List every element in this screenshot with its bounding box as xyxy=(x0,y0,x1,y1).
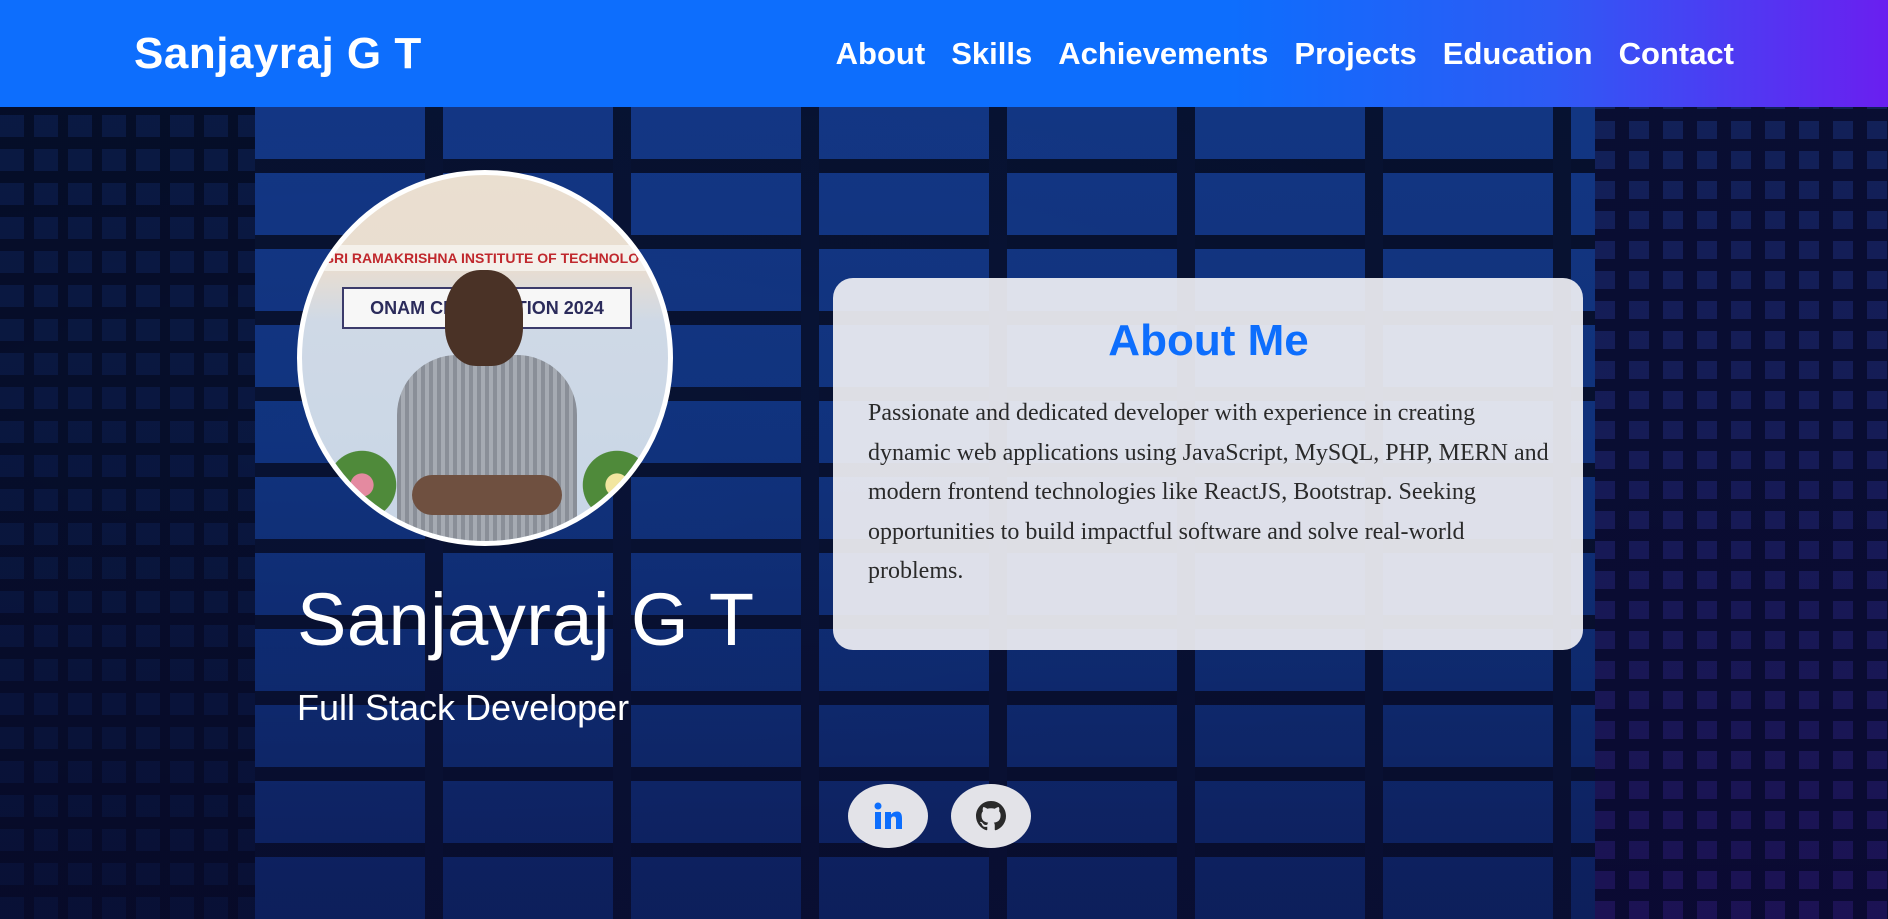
photo-person-body xyxy=(397,355,577,541)
photo-person-head xyxy=(445,270,523,366)
photo-banner: SRI RAMAKRISHNA INSTITUTE OF TECHNOLOGY xyxy=(322,245,662,271)
nav-link-about[interactable]: About xyxy=(836,36,926,72)
nav-link-education[interactable]: Education xyxy=(1443,36,1593,72)
about-card: About Me Passionate and dedicated develo… xyxy=(833,278,1583,650)
hero-role: Full Stack Developer xyxy=(297,687,630,728)
navbar: Sanjayraj G T About Skills Achievements … xyxy=(0,0,1888,107)
hero-section: SRI RAMAKRISHNA INSTITUTE OF TECHNOLOGY … xyxy=(0,107,1888,919)
linkedin-icon xyxy=(874,802,902,829)
nav-link-projects[interactable]: Projects xyxy=(1294,36,1416,72)
hero-name: Sanjayraj G T xyxy=(297,578,755,661)
nav-link-contact[interactable]: Contact xyxy=(1619,36,1734,72)
about-title: About Me xyxy=(1108,316,1309,365)
github-icon xyxy=(976,801,1006,831)
brand-logo[interactable]: Sanjayraj G T xyxy=(134,29,422,79)
photo-flowers-left xyxy=(322,445,402,525)
profile-photo: SRI RAMAKRISHNA INSTITUTE OF TECHNOLOGY … xyxy=(297,170,673,546)
nav-link-skills[interactable]: Skills xyxy=(951,36,1032,72)
nav-link-achievements[interactable]: Achievements xyxy=(1058,36,1268,72)
photo-person-arms xyxy=(412,475,562,515)
photo-flowers-right xyxy=(577,445,657,525)
about-text: Passionate and dedicated developer with … xyxy=(868,400,1549,584)
github-button[interactable] xyxy=(951,784,1031,848)
nav-links: About Skills Achievements Projects Educa… xyxy=(810,36,1734,72)
linkedin-button[interactable] xyxy=(848,784,928,848)
